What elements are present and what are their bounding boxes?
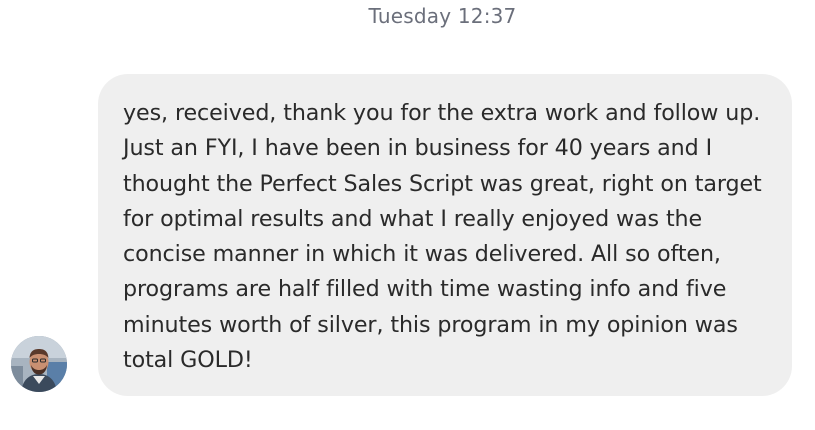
user-avatar-icon: [11, 336, 67, 392]
message-timestamp: Tuesday 12:37: [368, 4, 517, 28]
message-bubble: yes, received, thank you for the extra w…: [98, 74, 792, 396]
message-text: yes, received, thank you for the extra w…: [123, 100, 762, 374]
sender-avatar[interactable]: [11, 336, 67, 392]
chat-thread: Tuesday 12:37 yes, received, thank you f…: [0, 0, 815, 430]
